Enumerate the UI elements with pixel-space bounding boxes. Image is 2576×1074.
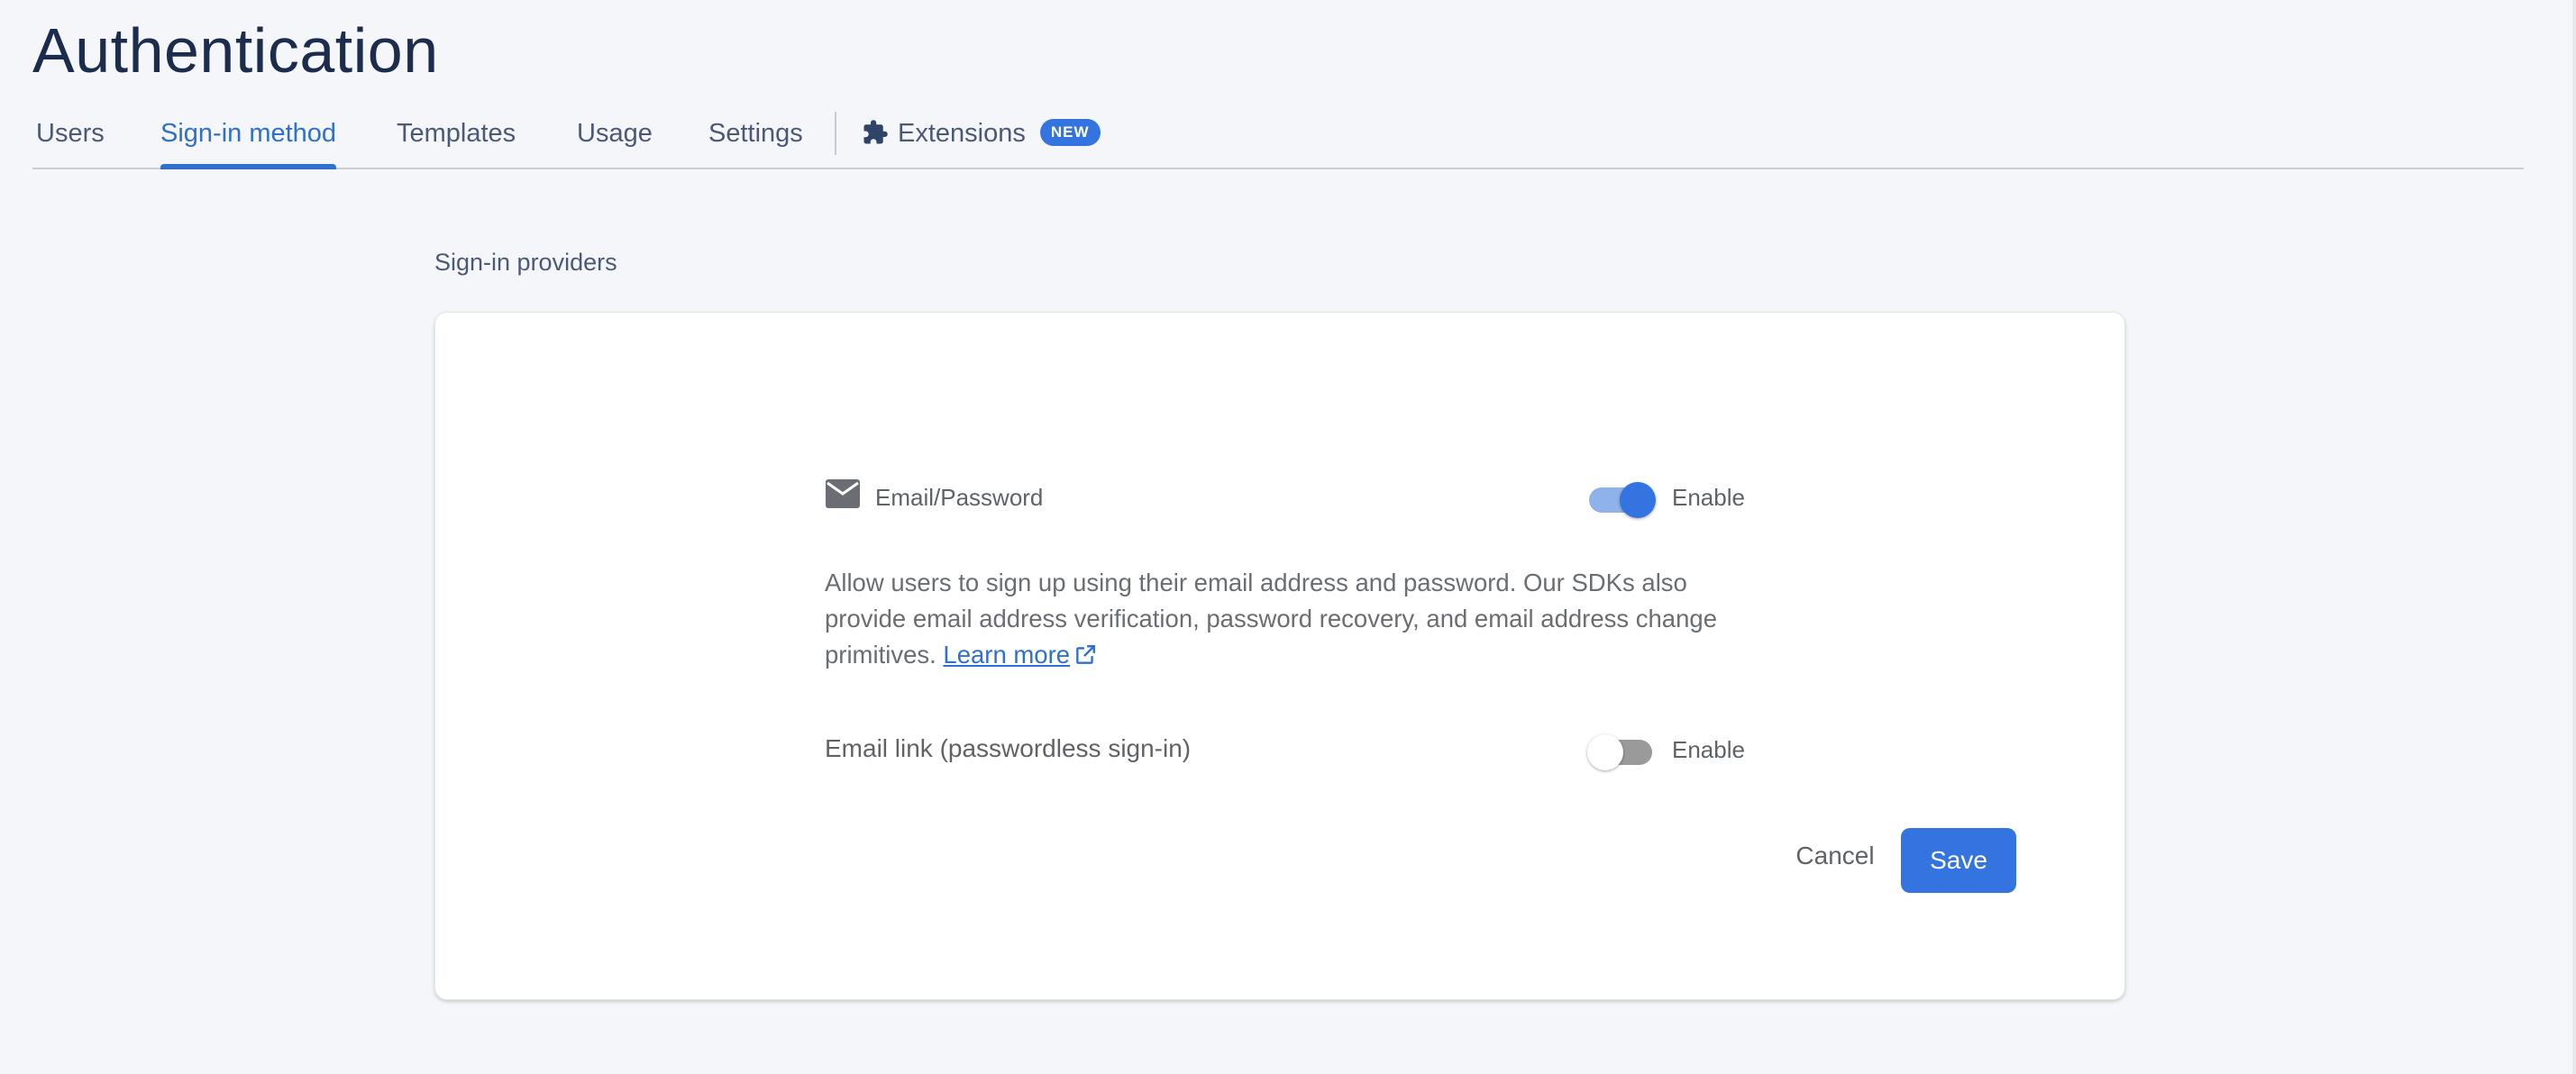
email-link-toggle-group: Enable (1587, 727, 1745, 772)
tab-bar: Users Sign-in method Templates Usage Set… (32, 106, 2524, 169)
mail-icon (825, 478, 861, 514)
save-button[interactable]: Save (1901, 828, 2016, 893)
tab-divider (835, 112, 836, 155)
external-link-icon[interactable] (1073, 641, 1097, 677)
tab-templates[interactable]: Templates (397, 119, 516, 168)
page-title: Authentication (32, 15, 439, 86)
tab-users[interactable]: Users (36, 119, 105, 168)
email-link-name: Email link (passwordless sign-in) (825, 734, 1192, 762)
cancel-button[interactable]: Cancel (1777, 824, 1894, 887)
provider-name: Email/Password (875, 484, 1044, 511)
tab-usage[interactable]: Usage (577, 119, 653, 168)
email-link-enable-label: Enable (1672, 735, 1745, 763)
section-label: Sign-in providers (434, 249, 617, 276)
email-link-toggle[interactable] (1587, 734, 1654, 770)
email-password-toggle-group: Enable (1589, 475, 1745, 520)
provider-description: Allow users to sign up using their email… (825, 565, 1744, 677)
tab-extensions[interactable]: Extensions NEW (862, 119, 1101, 168)
puzzle-icon (862, 119, 889, 152)
tab-extensions-label: Extensions (898, 119, 1026, 148)
email-password-enable-label: Enable (1672, 483, 1745, 511)
email-password-toggle[interactable] (1589, 482, 1656, 518)
window-edge (2572, 0, 2576, 1074)
toggle-thumb (1587, 734, 1623, 770)
toggle-thumb (1620, 482, 1656, 518)
new-badge: NEW (1039, 119, 1101, 146)
tab-sign-in-method[interactable]: Sign-in method (160, 119, 337, 169)
learn-more-link[interactable]: Learn more (943, 641, 1070, 669)
provider-row: Email/Password Enable (825, 475, 1745, 520)
tab-settings[interactable]: Settings (708, 119, 803, 168)
provider-card: Email/Password Enable Allow users to sig… (434, 312, 2125, 1000)
email-link-row: Email link (passwordless sign-in) Enable (825, 727, 1745, 772)
